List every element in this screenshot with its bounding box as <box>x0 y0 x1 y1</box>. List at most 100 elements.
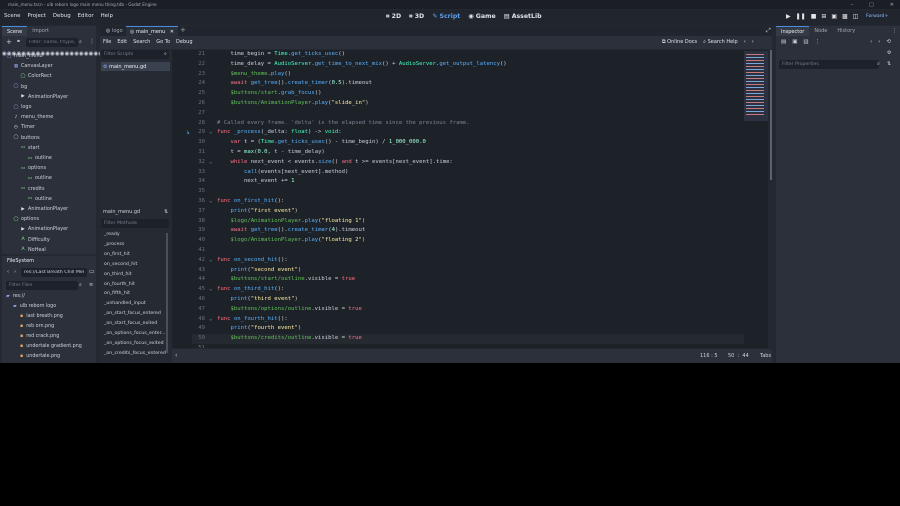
editor-scrollbar[interactable] <box>770 50 772 180</box>
file-item[interactable]: ▪ undertale gradient.png <box>20 344 82 349</box>
pause-icon[interactable]: ❚❚ <box>796 13 806 20</box>
maximize-button[interactable]: □ <box>869 2 874 8</box>
remote-debug-icon[interactable]: ⊞ <box>821 13 826 20</box>
file-item[interactable]: ▪ red crack.png <box>20 334 59 339</box>
code-line[interactable]: 33 call(events[next_event].method) <box>192 168 744 178</box>
scene-tree-node[interactable]: ▶ AnimationPlayer <box>20 92 68 102</box>
script-menu-goto[interactable]: Go To <box>156 39 170 45</box>
methods-filter-input[interactable]: Filter Methods <box>101 219 169 228</box>
sort-icon[interactable]: ⇅ <box>164 209 168 215</box>
stop-icon[interactable]: ■ <box>811 13 817 20</box>
scene-tree-node[interactable]: ▶ AnimationPlayer <box>20 204 68 214</box>
tab-node[interactable]: Node <box>809 26 832 36</box>
code-line[interactable]: 50 $buttons/credits/outline.visible = tr… <box>192 334 744 344</box>
add-node-icon[interactable]: + <box>6 38 12 46</box>
workspace-game[interactable]: ◉ Game <box>468 13 495 21</box>
code-line[interactable]: 35 <box>192 187 744 197</box>
file-item[interactable]: ▪ last breath.png <box>20 314 63 319</box>
code-line[interactable]: 27 <box>192 109 744 119</box>
scene-tree-node[interactable]: A Difficulty <box>20 235 49 245</box>
scene-tree-node[interactable]: ▦ CanvasLayer <box>13 61 53 71</box>
method-item[interactable]: on_fourth_hit <box>104 282 135 287</box>
code-line[interactable]: 37 print("first event") <box>192 207 744 217</box>
object-properties-icon[interactable]: ⚙ <box>887 50 891 56</box>
tab-inspector[interactable]: Inspector <box>776 26 810 36</box>
property-options-icon[interactable]: ⇅ <box>887 61 891 67</box>
code-line[interactable]: 44 $buttons/start/outline.visible = true <box>192 275 744 285</box>
script-menu-debug[interactable]: Debug <box>176 39 192 45</box>
split-view-icon[interactable]: ▭ <box>89 268 95 275</box>
scene-tree-node[interactable]: ▭ start <box>20 143 40 153</box>
method-item[interactable]: on_second_hit <box>104 262 137 267</box>
code-line[interactable]: 34 next_event += 1 <box>192 177 744 187</box>
fold-arrow-icon[interactable]: ⌄ <box>209 285 212 295</box>
minimap[interactable] <box>744 50 768 348</box>
method-item[interactable]: on_fifth_hit <box>104 291 130 296</box>
code-line[interactable]: 23 $menu_theme.play() <box>192 70 744 80</box>
indent-mode[interactable]: Tabs <box>760 353 771 359</box>
script-menu-file[interactable]: File <box>103 39 111 45</box>
fold-arrow-icon[interactable]: ⌄ <box>209 315 212 325</box>
add-tab-icon[interactable]: + <box>180 26 186 34</box>
code-line[interactable]: 49 print("fourth event") <box>192 324 744 334</box>
method-item[interactable]: _on_start_focus_entered <box>104 311 161 316</box>
scene-filter-input[interactable]: Filter: name, t:type, g:group <box>26 38 78 47</box>
code-line[interactable]: 48 ⌄ func on_fourth_hit(): <box>192 315 744 325</box>
scene-tree-node[interactable]: ▭ outline <box>27 194 52 204</box>
script-menu-search[interactable]: Search <box>133 39 150 45</box>
scene-tree-node[interactable]: ▶ AnimationPlayer <box>20 224 68 234</box>
methods-scrollbar[interactable] <box>166 233 168 353</box>
code-line[interactable]: 26 $buttons/AnimationPlayer.play("slide_… <box>192 99 744 109</box>
save-resource-icon[interactable]: ▥ <box>803 39 808 45</box>
history-forward-icon[interactable]: › <box>752 39 754 45</box>
toggle-scripts-panel-icon[interactable]: ‹ <box>175 352 177 359</box>
code-line[interactable]: 25 $buttons/start.grab_focus() <box>192 89 744 99</box>
play-icon[interactable]: ▶ <box>786 13 791 20</box>
code-line[interactable]: 29 ⌄ func _process(_delta: float) -> void: <box>192 128 744 138</box>
new-resource-icon[interactable]: ▤ <box>781 39 786 45</box>
method-item[interactable]: _ready <box>104 232 120 237</box>
code-line[interactable]: 39 await get_tree().create_timer(4).time… <box>192 226 744 236</box>
method-item[interactable]: _process <box>104 242 124 247</box>
code-line[interactable]: 41 <box>192 246 744 256</box>
tab-import[interactable]: Import <box>27 26 54 36</box>
workspace-2d[interactable]: ⌗ 2D <box>386 13 401 21</box>
folder-item[interactable]: ▰ ulb reborn logo <box>13 304 56 309</box>
code-line[interactable]: 51 <box>192 344 744 348</box>
filesystem-path-input[interactable]: res://Last Breath Chill Menu <box>21 268 87 277</box>
menu-help[interactable]: Help <box>101 13 113 19</box>
back-icon[interactable]: ‹ <box>870 39 872 45</box>
renderer-selector[interactable]: Forward+ <box>866 14 888 19</box>
scene-tree-node[interactable]: ◷ Timer <box>13 122 35 132</box>
code-line[interactable]: 32 ⌄ while next_event < events.size() and… <box>192 158 744 168</box>
script-tab-logo[interactable]: ◎ logo <box>102 26 127 36</box>
menu-project[interactable]: Project <box>27 13 45 19</box>
scene-tree-node[interactable]: A NoHeal <box>20 245 45 255</box>
scene-tree-node[interactable]: ◯ logo <box>13 102 31 112</box>
open-resource-icon[interactable]: ▣ <box>792 39 797 45</box>
code-line[interactable]: 45 ⌄ func on_third_hit(): <box>192 285 744 295</box>
code-line[interactable]: 43 print("second event") <box>192 266 744 276</box>
scene-tree-node[interactable]: ◯ main_menu <box>6 51 42 61</box>
menu-scene[interactable]: Scene <box>4 13 20 19</box>
scripts-filter-input[interactable]: Filter Scripts <box>101 50 169 59</box>
scene-options-icon[interactable]: ⋮ <box>89 38 95 45</box>
code-line[interactable]: 36 ⌄ func on_first_hit(): <box>192 197 744 207</box>
method-item[interactable]: on_first_hit <box>104 252 130 257</box>
forward-icon[interactable]: › <box>14 269 16 275</box>
code-line[interactable]: 30 var t = (Time.get_ticks_usec() - time… <box>192 138 744 148</box>
code-line[interactable]: 47 $buttons/options/outline.visible = tr… <box>192 305 744 315</box>
play-custom-scene-icon[interactable]: ▩ <box>842 13 848 20</box>
close-icon[interactable]: ✕ <box>170 29 174 35</box>
scene-tree-node[interactable]: ▭ outline <box>27 173 52 183</box>
code-line[interactable]: 22 time_delay = AudioServer.get_time_to_… <box>192 60 744 70</box>
script-list-item[interactable]: ⚙ main_menu.gd <box>101 62 170 71</box>
distraction-free-icon[interactable]: ⤢ <box>766 27 771 35</box>
play-scene-icon[interactable]: ▣ <box>831 13 837 20</box>
method-item[interactable]: _unhandled_input <box>104 301 146 306</box>
fold-arrow-icon[interactable]: ⌄ <box>209 197 212 207</box>
code-line[interactable]: 42 ⌄ func on_second_hit(): <box>192 256 744 266</box>
workspace-assetlib[interactable]: ▤ AssetLib <box>504 13 542 21</box>
script-menu-edit[interactable]: Edit <box>117 39 127 45</box>
method-item[interactable]: _on_start_focus_exited <box>104 321 157 326</box>
